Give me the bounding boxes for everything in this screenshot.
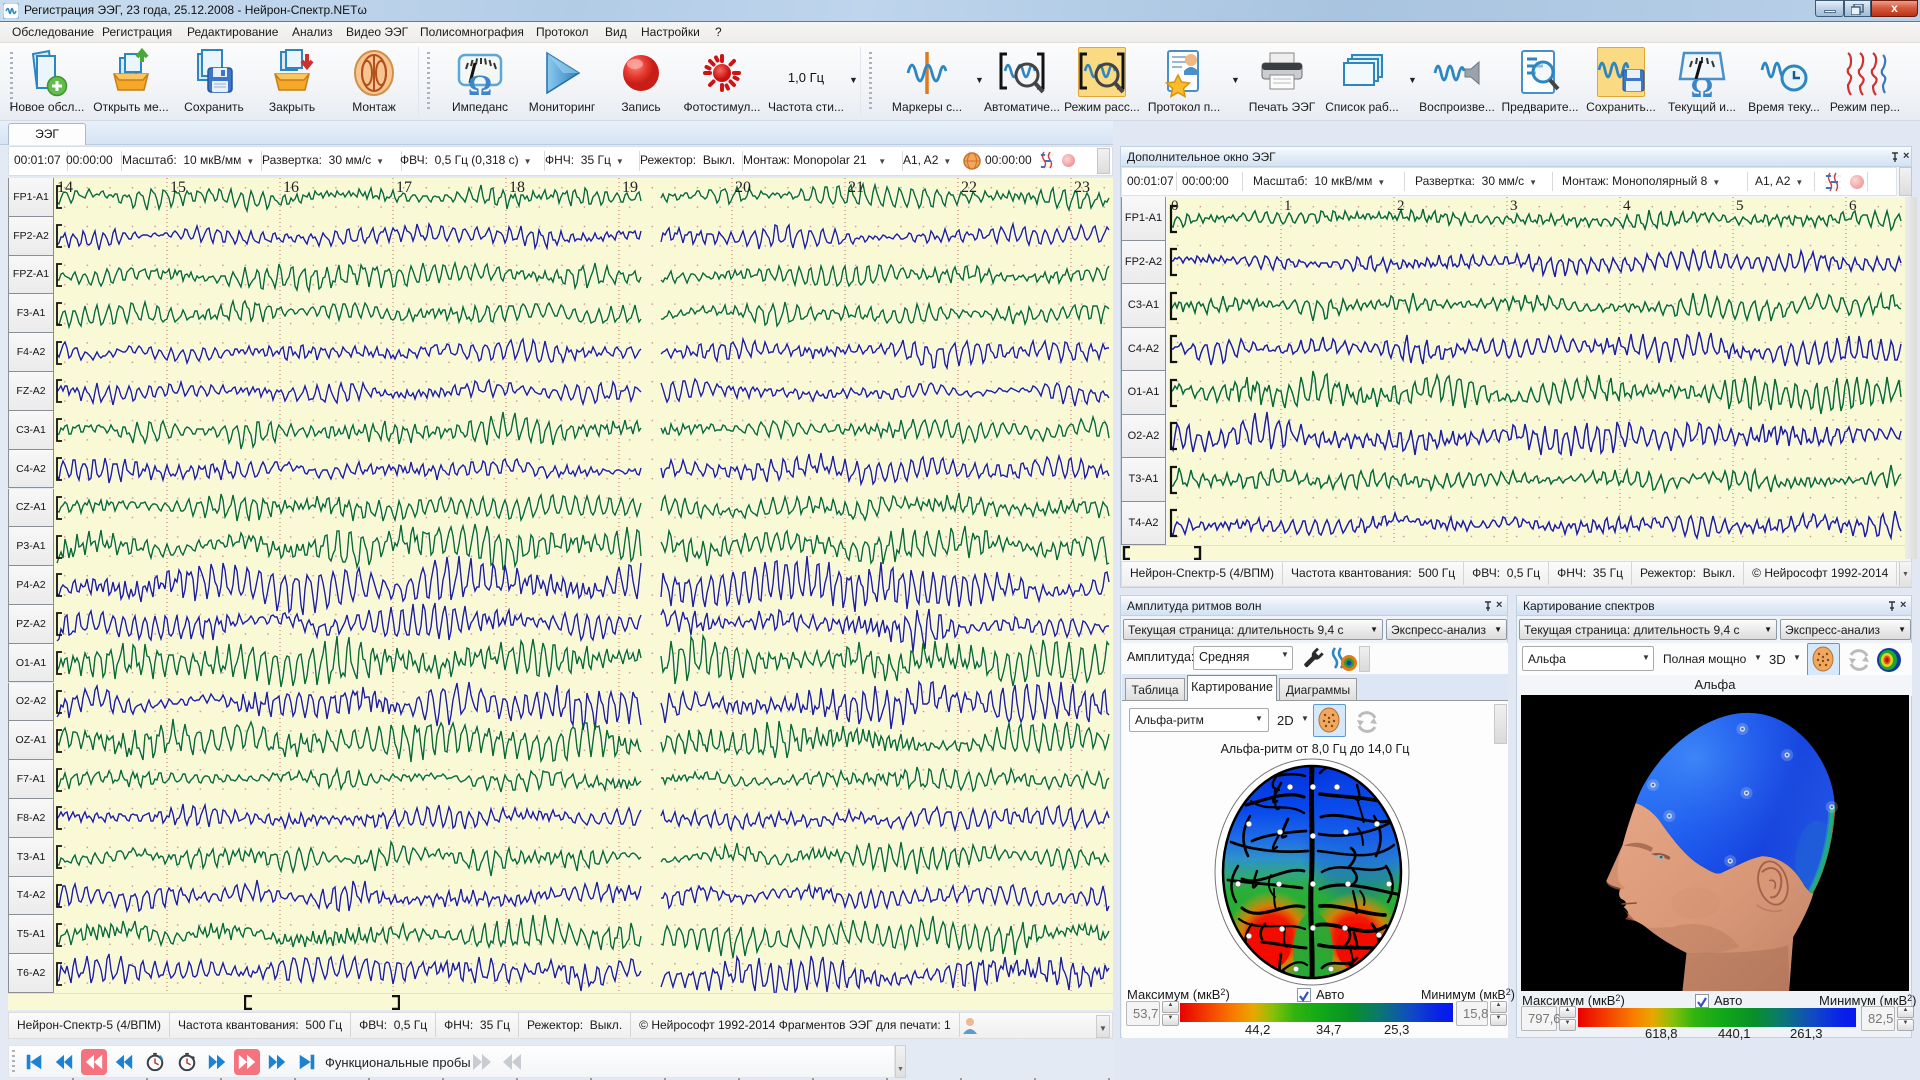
svg-text:4: 4 <box>1623 198 1631 214</box>
svg-text:5: 5 <box>1736 198 1744 214</box>
svg-text:0: 0 <box>1171 198 1179 214</box>
svg-text:2: 2 <box>1397 198 1405 214</box>
svg-text:16: 16 <box>283 179 299 196</box>
svg-text:21: 21 <box>848 179 864 196</box>
svg-text:18: 18 <box>509 179 525 196</box>
svg-text:22: 22 <box>961 179 977 196</box>
svg-text:3: 3 <box>1510 198 1518 214</box>
svg-text:14: 14 <box>57 179 73 196</box>
svg-text:20: 20 <box>735 179 751 196</box>
svg-text:Ω: Ω <box>1691 73 1713 99</box>
svg-text:23: 23 <box>1074 179 1090 196</box>
svg-text:1: 1 <box>1284 198 1292 214</box>
svg-text:17: 17 <box>396 179 412 196</box>
svg-text:Ω: Ω <box>468 69 492 99</box>
svg-text:6: 6 <box>1849 198 1857 214</box>
svg-text:19: 19 <box>622 179 638 196</box>
svg-text:15: 15 <box>170 179 186 196</box>
